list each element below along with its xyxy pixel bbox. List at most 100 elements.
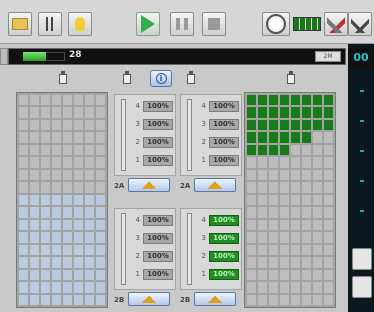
grid-cell [291,119,300,131]
grid-cell [74,119,83,131]
meter-button[interactable] [262,12,290,36]
grid-cell [74,232,83,243]
grid-cell [30,107,39,118]
stop-button[interactable] [202,12,226,36]
grid-cell [63,157,72,168]
grid-cell [74,194,83,206]
indicator-dot [360,120,364,122]
group-row: 4 100% [129,213,173,227]
grid-cell [63,269,72,281]
grid-cell [313,294,322,305]
grid-cell [280,269,289,281]
group-b2-toggle-button[interactable] [194,292,236,306]
grid-cell [52,95,61,106]
grid-cell [258,132,267,143]
grid-cell [324,157,333,168]
grid-cell [291,194,300,206]
row-number: 2 [135,252,140,260]
grid-cell [41,282,50,293]
grid-cell [280,257,289,268]
open-folder-button[interactable] [8,12,32,36]
bulb-icon [75,17,85,31]
grid-cell [96,207,105,218]
grid-cell [324,232,333,243]
grid-cell [247,194,256,206]
grid-cell [302,269,311,281]
group-a1-label: 2A [114,182,125,190]
play-button[interactable] [136,12,160,36]
wrench-icon [351,15,369,33]
grid-cell [302,257,311,268]
group-a1-toggle-button[interactable] [128,178,170,192]
grid-cell [313,194,322,206]
grid-cell [74,144,83,156]
grid-cell [247,232,256,243]
grid-cell [96,119,105,131]
grid-cell [63,282,72,293]
grid-cell [324,244,333,256]
folder-icon [12,18,28,30]
grid-cell [96,157,105,168]
grid-cell [291,95,300,106]
grid-cell [63,244,72,256]
grid-cell [19,244,28,256]
group-b2-label: 2B [180,296,191,304]
grid-cell [269,232,278,243]
bin-right-icon [284,70,298,86]
grid-cell [324,257,333,268]
grid-cell [302,144,311,156]
grid-cell [19,107,28,118]
group-rail [187,213,192,285]
settings-sliders-button[interactable] [38,12,62,36]
grid-cell [269,219,278,231]
grid-cell [85,207,94,218]
grid-cell [85,107,94,118]
grid-cell [258,257,267,268]
grid-cell [74,207,83,218]
grid-cell [313,207,322,218]
side-action-button[interactable] [352,276,372,298]
grid-cell [247,282,256,293]
grid-cell [269,144,278,156]
grid-cell [269,169,278,181]
grid-cell [247,95,256,106]
side-action-button[interactable] [352,248,372,270]
pause-icon [176,18,188,30]
light-button[interactable] [68,12,92,36]
grid-cell [41,244,50,256]
info-button[interactable]: i [150,70,172,87]
grid-cell [247,144,256,156]
row-number: 3 [135,234,140,242]
pause-button[interactable] [170,12,194,36]
grid-cell [52,169,61,181]
grid-cell [280,219,289,231]
grid-cell [96,107,105,118]
group-row: 1 100% [195,153,239,167]
group-a1-panel: 4 100% 3 100% 2 100% 1 100% [114,94,176,176]
grid-cell [41,132,50,143]
wrench-button[interactable] [348,12,372,36]
grid-cell [269,269,278,281]
grid-cell [19,232,28,243]
expand-icon [208,181,222,189]
grid-cell [324,95,333,106]
tools-button[interactable] [324,12,348,36]
row-value: 100% [143,268,173,280]
grid-cell [269,95,278,106]
expand-icon [208,295,222,303]
grid-cell [302,95,311,106]
progress-end-button[interactable]: 2M [315,51,341,62]
grid-cell [324,294,333,305]
grid-cell [258,119,267,131]
grid-cell [291,144,300,156]
grid-cell [74,244,83,256]
grid-cell [269,107,278,118]
group-b1-toggle-button[interactable] [128,292,170,306]
row-number: 1 [135,270,140,278]
grid-cell [324,219,333,231]
group-a2-toggle-button[interactable] [194,178,236,192]
indicator-dot [360,180,364,182]
info-icon: i [155,73,167,84]
grid-cell [313,219,322,231]
row-value: 100% [209,154,239,166]
